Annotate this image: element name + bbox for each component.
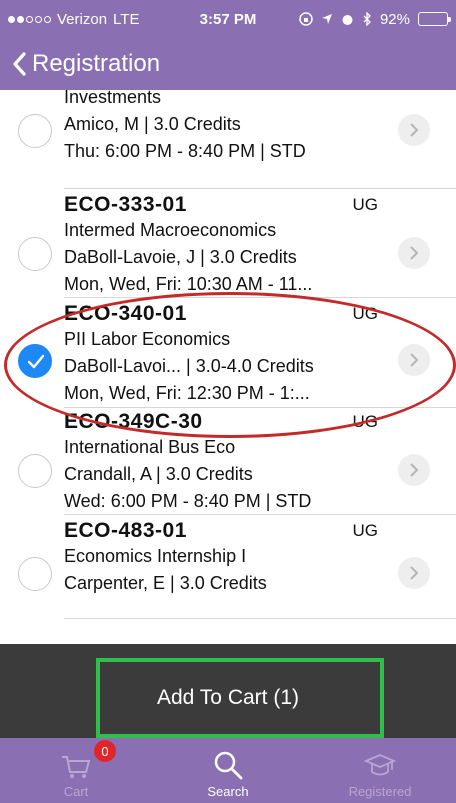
search-icon <box>214 751 243 780</box>
course-instructor: DaBoll-Lavoi... | 3.0-4.0 Credits <box>64 356 314 376</box>
back-chevron-icon[interactable] <box>12 52 26 76</box>
course-title: International Bus Eco <box>64 437 236 457</box>
location-arrow-icon <box>321 14 332 24</box>
course-item[interactable]: ECO-333-01 Intermed Macroeconomics DaBol… <box>0 189 456 295</box>
course-schedule: Mon, Wed, Fri: 10:30 AM - 11... <box>64 274 313 294</box>
course-code: ECO-349C-30 <box>64 410 203 433</box>
chevron-right-icon[interactable] <box>398 114 430 146</box>
course-schedule: Wed: 6:00 PM - 8:40 PM | STD <box>64 491 312 511</box>
course-item[interactable]: ECO-340-01 PII Labor Economics DaBoll-La… <box>0 298 456 406</box>
battery-icon <box>418 12 451 26</box>
select-radio[interactable] <box>18 454 52 488</box>
tab-search-label: Search <box>207 784 249 799</box>
tab-bar: 0 Cart Search Registered <box>0 738 456 803</box>
course-instructor: Carpenter, E | 3.0 Credits <box>64 573 267 593</box>
course-item[interactable]: ECO-483-01 Economics Internship I Carpen… <box>0 515 456 615</box>
carrier-name: Verizon <box>57 10 108 28</box>
status-bar: Verizon LTE 3:57 PM 92% <box>0 0 456 38</box>
tab-cart[interactable]: 0 Cart <box>0 738 152 803</box>
graduation-cap-icon <box>364 754 396 776</box>
course-schedule: Mon, Wed, Fri: 12:30 PM - 1:... <box>64 383 310 403</box>
cart-icon <box>62 756 91 778</box>
select-radio[interactable] <box>18 114 52 148</box>
add-to-cart-bar[interactable]: Add To Cart (1) <box>0 644 456 738</box>
battery-percent: 92% <box>379 10 410 28</box>
course-title: Investments <box>64 90 162 107</box>
nav-title[interactable]: Registration <box>32 50 160 78</box>
tab-cart-label: Cart <box>63 784 89 799</box>
course-title: PII Labor Economics <box>64 329 231 349</box>
course-level: UG <box>352 521 379 540</box>
chevron-right-icon[interactable] <box>398 557 430 589</box>
course-code: ECO-333-01 <box>64 193 187 216</box>
chevron-right-icon[interactable] <box>398 344 430 376</box>
course-level: UG <box>352 304 379 323</box>
course-instructor: DaBoll-Lavoie, J | 3.0 Credits <box>64 247 297 267</box>
tab-registered[interactable]: Registered <box>304 738 456 803</box>
select-radio-checked[interactable] <box>18 344 52 378</box>
course-title: Economics Internship I <box>64 546 247 566</box>
course-instructor: Crandall, A | 3.0 Credits <box>64 464 253 484</box>
course-list[interactable]: Investments Amico, M | 3.0 Credits Thu: … <box>0 90 456 644</box>
chevron-right-icon[interactable] <box>398 454 430 486</box>
nav-bar: Registration <box>0 38 456 90</box>
tab-registered-label: Registered <box>348 784 412 799</box>
cart-count-badge: 0 <box>94 740 116 762</box>
divider <box>64 618 456 619</box>
course-item[interactable]: Investments Amico, M | 3.0 Credits Thu: … <box>0 90 456 188</box>
course-level: UG <box>352 195 379 214</box>
select-radio[interactable] <box>18 557 52 591</box>
course-title: Intermed Macroeconomics <box>64 220 277 240</box>
lock-rotation-icon <box>299 12 313 26</box>
course-level: UG <box>352 412 379 431</box>
network-type: LTE <box>113 10 140 28</box>
chevron-right-icon[interactable] <box>398 237 430 269</box>
course-code: ECO-483-01 <box>64 519 187 542</box>
course-instructor: Amico, M | 3.0 Credits <box>64 114 241 134</box>
alarm-icon <box>342 14 353 25</box>
add-to-cart-button[interactable]: Add To Cart (1) <box>157 686 299 710</box>
course-schedule: Thu: 6:00 PM - 8:40 PM | STD <box>64 141 306 161</box>
checkmark-icon <box>27 354 45 369</box>
course-item[interactable]: ECO-349C-30 International Bus Eco Cranda… <box>0 408 456 514</box>
course-code: ECO-340-01 <box>64 302 187 325</box>
tab-search[interactable]: Search <box>152 738 304 803</box>
select-radio[interactable] <box>18 237 52 271</box>
bluetooth-icon <box>363 12 371 26</box>
signal-strength-icon <box>8 15 51 23</box>
